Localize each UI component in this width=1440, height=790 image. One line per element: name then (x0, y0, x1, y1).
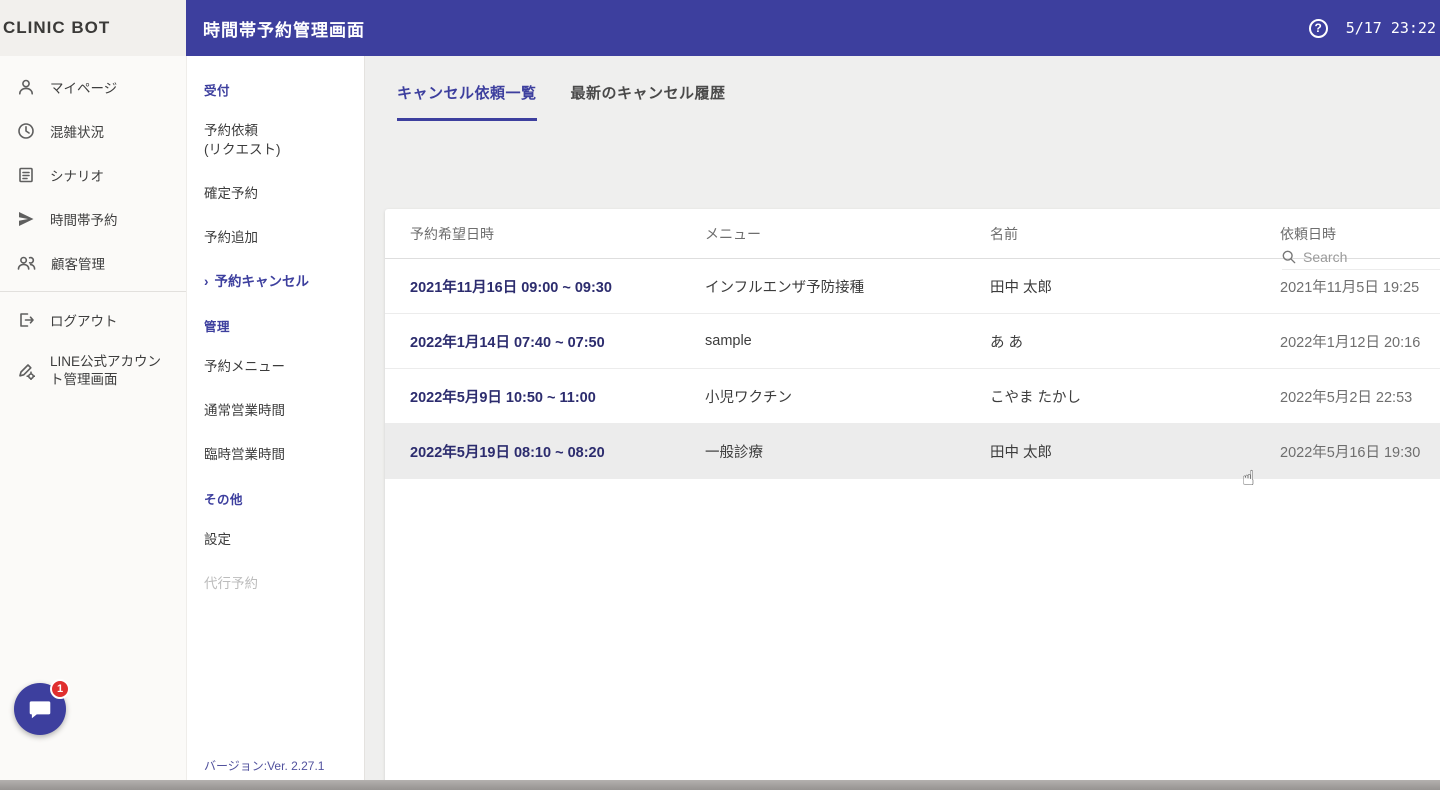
sidebar-item-label: LINE公式アカウント管理画面 (50, 353, 168, 389)
cell-name: 田中 太郎 (990, 441, 1280, 462)
version-label: バージョン:Ver. 2.27.1 (204, 757, 324, 774)
column-header-datetime: 予約希望日時 (410, 224, 705, 244)
sidebar-item-label: シナリオ (50, 165, 104, 185)
sidebar-item-line-admin[interactable]: LINE公式アカウント管理画面 (0, 342, 186, 400)
clock-icon (17, 122, 35, 140)
submenu-item-label: 臨時営業時間 (204, 447, 285, 462)
sidebar-divider (0, 291, 186, 292)
submenu-item-request[interactable]: 予約依頼 (リクエスト) (204, 121, 354, 159)
hand-cursor-icon: ☝ (1242, 466, 1255, 490)
chat-bubble-icon (27, 696, 53, 722)
sidebar-item-label: 時間帯予約 (50, 209, 118, 229)
line-settings-icon (17, 362, 35, 380)
sidebar-item-logout[interactable]: ログアウト (0, 298, 186, 342)
tab-cancel-requests[interactable]: キャンセル依頼一覧 (397, 82, 537, 121)
sidebar-item-label: 混雑状況 (50, 121, 104, 141)
search-icon (1282, 250, 1296, 264)
page-title: 時間帯予約管理画面 (203, 16, 365, 41)
cancel-request-card: 予約希望日時 メニュー 名前 依頼日時 2021年11月16日 09:00 ~ … (385, 209, 1440, 780)
cell-datetime: 2021年11月16日 09:00 ~ 09:30 (410, 276, 705, 297)
help-icon[interactable]: ? (1309, 19, 1328, 38)
logo-area: CLINIC BOT (0, 0, 186, 56)
submenu-item-proxy-reservation[interactable]: 代行予約 (204, 574, 354, 593)
logout-icon (17, 311, 35, 329)
submenu-item-label: 代行予約 (204, 576, 258, 591)
cell-menu: インフルエンザ予防接種 (705, 276, 990, 297)
cell-datetime: 2022年5月19日 08:10 ~ 08:20 (410, 441, 705, 462)
submenu-item-normal-hours[interactable]: 通常営業時間 (204, 401, 354, 420)
cell-requested: 2022年5月16日 19:30 (1280, 441, 1440, 462)
chat-badge: 1 (50, 679, 70, 699)
submenu-section-management: 管理 (204, 316, 354, 335)
cell-menu: 一般診療 (705, 441, 990, 462)
cell-requested: 2022年1月12日 20:16 (1280, 331, 1440, 352)
cell-name: こやま たかし (990, 386, 1280, 407)
chat-fab-button[interactable]: 1 (14, 683, 66, 735)
submenu-section-other: その他 (204, 489, 354, 508)
submenu-item-label: 確定予約 (204, 186, 258, 201)
submenu-item-label: 予約依頼 (204, 121, 354, 140)
table-row[interactable]: 2022年5月19日 08:10 ~ 08:20 一般診療 田中 太郎 2022… (385, 424, 1440, 479)
sidebar-item-label: マイページ (50, 77, 117, 97)
submenu-item-settings[interactable]: 設定 (204, 530, 354, 549)
cell-menu: sample (705, 333, 990, 349)
sidebar-item-label: 顧客管理 (51, 253, 105, 273)
submenu-item-cancel-reservation[interactable]: › 予約キャンセル (204, 272, 354, 291)
sidebar: マイページ 混雑状況 シナリオ 時間帯予約 顧客管理 (0, 56, 186, 780)
sidebar-item-congestion[interactable]: 混雑状況 (0, 109, 186, 153)
submenu: 受付 予約依頼 (リクエスト) 確定予約 予約追加 › 予約キャンセル 管理 予約… (186, 56, 365, 780)
person-icon (17, 78, 35, 96)
submenu-item-label: 設定 (204, 532, 231, 547)
submenu-item-label: 予約メニュー (204, 359, 285, 374)
submenu-item-add-reservation[interactable]: 予約追加 (204, 228, 354, 247)
submenu-item-sublabel: (リクエスト) (204, 140, 354, 159)
submenu-section-reception: 受付 (204, 80, 354, 99)
cell-name: あ あ (990, 331, 1280, 352)
submenu-item-label: 予約追加 (204, 230, 258, 245)
sidebar-item-mypage[interactable]: マイページ (0, 65, 186, 109)
tab-bar: キャンセル依頼一覧 最新のキャンセル履歴 (365, 56, 1440, 121)
column-header-name: 名前 (990, 224, 1280, 244)
submenu-item-confirmed[interactable]: 確定予約 (204, 184, 354, 203)
search-input[interactable] (1303, 249, 1413, 265)
header-right: ? 5/17 23:22 (1309, 19, 1436, 38)
people-icon (17, 254, 36, 272)
search-box (1282, 249, 1440, 270)
main-content: キャンセル依頼一覧 最新のキャンセル履歴 予約希望日時 メニュー 名前 依頼日時… (365, 56, 1440, 780)
send-icon (17, 210, 35, 228)
column-header-menu: メニュー (705, 224, 990, 244)
sidebar-nav: マイページ 混雑状況 シナリオ 時間帯予約 顧客管理 (0, 56, 186, 400)
window-bottom-edge (0, 780, 1440, 790)
sidebar-item-timeslot[interactable]: 時間帯予約 (0, 197, 186, 241)
sidebar-item-customers[interactable]: 顧客管理 (0, 241, 186, 285)
cell-datetime: 2022年1月14日 07:40 ~ 07:50 (410, 331, 705, 352)
cell-requested: 2021年11月5日 19:25 (1280, 276, 1440, 297)
submenu-item-label: 通常営業時間 (204, 403, 285, 418)
submenu-item-label: 予約キャンセル (215, 274, 310, 289)
table-row[interactable]: 2022年1月14日 07:40 ~ 07:50 sample あ あ 2022… (385, 314, 1440, 369)
chevron-right-icon: › (204, 274, 209, 289)
title-bar: 時間帯予約管理画面 ? 5/17 23:22 (186, 0, 1440, 56)
app-header: CLINIC BOT 時間帯予約管理画面 ? 5/17 23:22 (0, 0, 1440, 56)
column-header-requested: 依頼日時 (1280, 224, 1440, 244)
table-row[interactable]: 2022年5月9日 10:50 ~ 11:00 小児ワクチン こやま たかし 2… (385, 369, 1440, 424)
app-logo: CLINIC BOT (3, 18, 110, 38)
tab-cancel-history[interactable]: 最新のキャンセル履歴 (571, 82, 726, 121)
submenu-item-menu[interactable]: 予約メニュー (204, 357, 354, 376)
sidebar-item-label: ログアウト (50, 310, 118, 330)
cell-datetime: 2022年5月9日 10:50 ~ 11:00 (410, 386, 705, 407)
header-datetime: 5/17 23:22 (1346, 19, 1436, 37)
cell-menu: 小児ワクチン (705, 386, 990, 407)
cell-name: 田中 太郎 (990, 276, 1280, 297)
submenu-item-temporary-hours[interactable]: 臨時営業時間 (204, 445, 354, 464)
scenario-icon (17, 166, 35, 184)
cell-requested: 2022年5月2日 22:53 (1280, 386, 1440, 407)
sidebar-item-scenario[interactable]: シナリオ (0, 153, 186, 197)
